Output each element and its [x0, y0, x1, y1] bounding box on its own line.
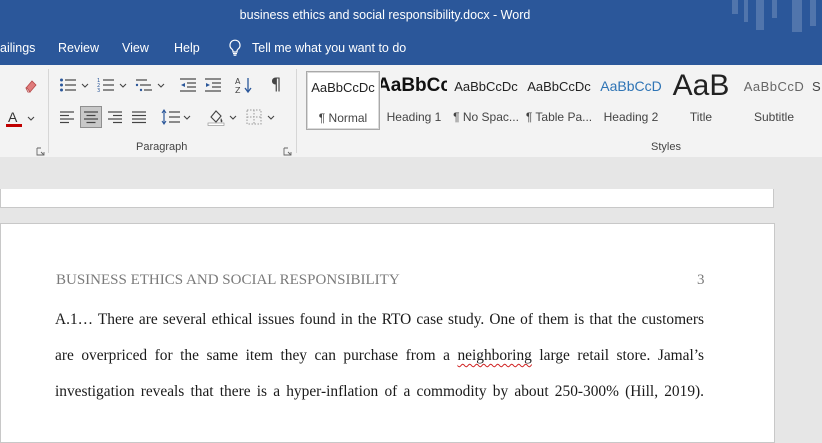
line-2-end: large retail store. Jamal’s — [531, 347, 704, 364]
ribbon-tabs: ailings Review View Help Tell me what yo… — [0, 32, 822, 65]
style-label: ¶ No Spac... — [453, 110, 519, 124]
misspelled-word[interactable]: neighboring — [457, 347, 531, 364]
svg-text:A: A — [8, 109, 18, 125]
numbering-icon[interactable]: 1 2 3 — [96, 75, 116, 95]
decrease-indent-icon[interactable] — [178, 75, 198, 95]
tell-me-box[interactable]: Tell me what you want to do — [228, 39, 406, 56]
page-number: 3 — [697, 272, 705, 288]
style-sample: AaBbCcDc — [454, 78, 518, 94]
lightbulb-icon — [229, 39, 241, 56]
body-line-2: are overpriced for the same item they ca… — [55, 347, 704, 365]
tab-mailings[interactable]: ailings — [0, 41, 35, 55]
sort-icon[interactable]: A Z — [234, 75, 254, 95]
numbering-dropdown-icon[interactable] — [118, 80, 128, 90]
line-2-start: are overpriced for the same item they ca… — [55, 347, 458, 364]
bullets-dropdown-icon[interactable] — [80, 80, 90, 90]
style-title[interactable]: AaB Title — [668, 69, 734, 128]
shading-dropdown-icon[interactable] — [228, 112, 238, 122]
multilevel-list-icon[interactable] — [134, 75, 154, 95]
tab-view[interactable]: View — [122, 41, 149, 55]
align-right-icon[interactable] — [105, 107, 125, 127]
font-color-dropdown-icon[interactable] — [26, 113, 36, 123]
line-spacing-dropdown-icon[interactable] — [182, 112, 192, 122]
svg-text:Z: Z — [235, 86, 241, 94]
scroll-gutter — [776, 157, 822, 419]
show-formatting-marks-icon[interactable]: ¶ — [266, 75, 286, 95]
style-heading-2[interactable]: AaBbCcD Heading 2 — [598, 71, 664, 128]
borders-icon[interactable] — [244, 107, 264, 127]
paragraph-dialog-launcher-icon[interactable] — [283, 143, 292, 156]
bullets-icon[interactable] — [58, 75, 78, 95]
style-label: ¶ Normal — [318, 111, 368, 125]
style-sample: AaBbCc — [381, 75, 447, 96]
style-sample: AaBbCcDc — [311, 79, 375, 95]
style-label: ¶ Table Pa... — [525, 110, 593, 124]
font-color-icon[interactable]: A — [3, 109, 25, 129]
previous-page-bottom — [0, 189, 774, 208]
style-label: Title — [689, 110, 713, 124]
styles-group-label: Styles — [651, 141, 681, 153]
ribbon: A 1 2 3 A Z ¶ Paragraph AaBbCcDc ¶ Norma… — [0, 65, 822, 158]
style-label: Subtitle — [753, 110, 795, 124]
group-separator — [48, 69, 49, 153]
style-label: Heading 1 — [386, 110, 442, 124]
multilevel-list-dropdown-icon[interactable] — [156, 80, 166, 90]
group-separator — [296, 69, 297, 153]
document-page[interactable]: BUSINESS ETHICS AND SOCIAL RESPONSIBILIT… — [0, 223, 775, 443]
style-sample: AaBbCcDc — [527, 78, 591, 94]
title-bar: business ethics and social responsibilit… — [0, 0, 822, 32]
style-label: Heading 2 — [603, 110, 659, 124]
window-title: business ethics and social responsibilit… — [239, 8, 531, 22]
paragraph-group-label: Paragraph — [136, 141, 188, 153]
clear-formatting-icon[interactable] — [22, 77, 40, 95]
style-next-partial[interactable]: S — [812, 79, 822, 129]
style-table-paragraph[interactable]: AaBbCcDc ¶ Table Pa... — [524, 71, 594, 128]
document-canvas[interactable]: BUSINESS ETHICS AND SOCIAL RESPONSIBILIT… — [0, 157, 822, 443]
font-dialog-launcher-icon[interactable] — [36, 143, 45, 156]
style-subtitle[interactable]: AaBbCcD Subtitle — [740, 71, 808, 128]
svg-text:A: A — [235, 77, 241, 86]
increase-indent-icon[interactable] — [203, 75, 223, 95]
tab-review[interactable]: Review — [58, 41, 99, 55]
line-spacing-icon[interactable] — [160, 107, 182, 127]
align-center-icon[interactable] — [80, 106, 102, 128]
style-heading-1[interactable]: AaBbCc Heading 1 — [381, 71, 447, 128]
body-line-1: A.1… There are several ethical issues fo… — [55, 311, 704, 328]
running-head: BUSINESS ETHICS AND SOCIAL RESPONSIBILIT… — [56, 272, 400, 288]
body-line-3: investigation reveals that there is a hy… — [55, 383, 704, 400]
title-bar-decoration — [722, 0, 822, 32]
svg-text:3: 3 — [97, 88, 100, 93]
style-normal[interactable]: AaBbCcDc ¶ Normal — [306, 71, 380, 130]
align-left-icon[interactable] — [57, 107, 77, 127]
style-no-spacing[interactable]: AaBbCcDc ¶ No Spac... — [450, 71, 522, 128]
tab-help[interactable]: Help — [174, 41, 200, 55]
borders-dropdown-icon[interactable] — [266, 112, 276, 122]
justify-icon[interactable] — [129, 107, 149, 127]
style-sample: AaBbCcD — [600, 78, 662, 94]
style-sample: AaB — [672, 69, 730, 102]
style-sample: AaBbCcD — [743, 78, 805, 94]
shading-icon[interactable] — [206, 107, 226, 127]
tell-me-text: Tell me what you want to do — [252, 40, 407, 55]
